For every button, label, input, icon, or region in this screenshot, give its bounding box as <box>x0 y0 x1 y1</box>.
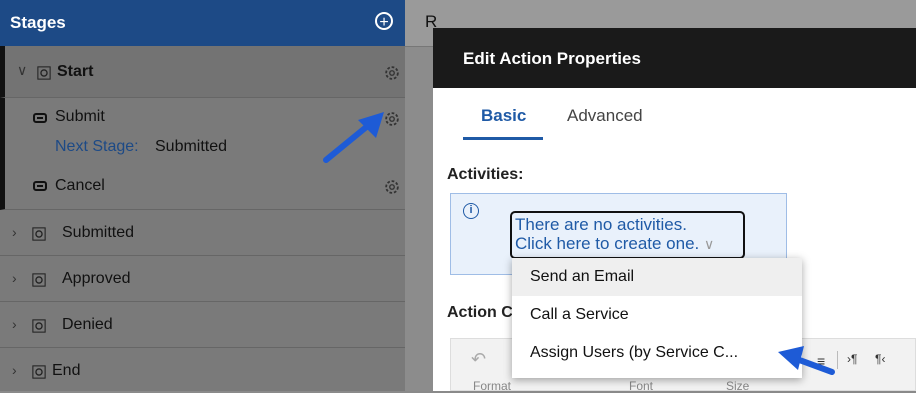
chevron-right-icon[interactable]: › <box>12 270 17 286</box>
edit-action-dialog: Edit Action Properties Basic Advanced Ac… <box>433 28 916 393</box>
next-stage-label: Next Stage: <box>55 138 139 155</box>
add-stage-icon[interactable]: + <box>375 12 393 31</box>
chevron-right-icon[interactable]: › <box>12 224 17 240</box>
action-section-label: Action C <box>447 304 513 321</box>
stage-label: Denied <box>62 316 113 333</box>
stage-row-denied[interactable]: › Denied <box>0 302 405 348</box>
activity-dropdown: Send an Email Call a Service Assign User… <box>512 258 802 378</box>
dialog-title: Edit Action Properties <box>463 49 641 68</box>
stage-label: Approved <box>62 270 131 287</box>
dropdown-item[interactable]: Call a Service <box>512 296 802 334</box>
action-label: Submit <box>55 108 105 125</box>
gear-icon <box>37 66 51 80</box>
tab-advanced[interactable]: Advanced <box>567 106 643 126</box>
info-text-line1: There are no activities. <box>515 215 687 234</box>
undo-icon[interactable]: ↶ <box>471 349 486 370</box>
stage-label: Start <box>57 63 94 80</box>
stage-row-approved[interactable]: › Approved <box>0 256 405 302</box>
active-tab-indicator <box>463 137 543 140</box>
ltr-icon[interactable]: ›¶ <box>847 352 857 366</box>
stages-title: Stages <box>10 13 66 32</box>
create-activity-link[interactable]: There are no activities. Click here to c… <box>510 211 745 259</box>
chevron-down-icon[interactable]: ∨ <box>17 62 27 79</box>
gear-icon <box>32 273 46 287</box>
stage-label: Submitted <box>62 224 135 241</box>
gear-icon <box>32 227 46 241</box>
gear-icon <box>32 319 46 333</box>
chevron-right-icon[interactable]: › <box>12 316 17 332</box>
action-row-cancel[interactable]: Cancel <box>0 162 405 210</box>
chevron-right-icon[interactable]: › <box>12 362 17 378</box>
activities-label: Activities: <box>447 166 524 183</box>
stages-panel: Stages + ∨ Start Submit Next Stage: Subm… <box>0 0 405 391</box>
stage-row-end[interactable]: › End <box>0 348 405 391</box>
action-label: Cancel <box>55 177 105 194</box>
stage-row-start[interactable]: ∨ Start <box>0 46 405 98</box>
rtl-icon[interactable]: ¶‹ <box>875 352 885 366</box>
annotation-arrow-icon <box>323 112 384 163</box>
gear-icon <box>32 365 46 379</box>
stage-row-submitted[interactable]: › Submitted <box>0 210 405 256</box>
button-icon <box>33 181 47 191</box>
gear-icon[interactable] <box>383 64 401 82</box>
chevron-down-icon: ∨ <box>704 236 715 252</box>
toolbar-divider <box>837 351 838 369</box>
gear-icon[interactable] <box>383 178 401 196</box>
stage-label: End <box>52 362 81 379</box>
button-icon <box>33 113 47 123</box>
info-icon: i <box>463 203 479 219</box>
next-stage-value: Submitted <box>155 138 228 155</box>
tab-basic[interactable]: Basic <box>481 106 526 126</box>
dropdown-item[interactable]: Send an Email <box>512 258 802 296</box>
dropdown-item[interactable]: Assign Users (by Service C... <box>512 334 802 372</box>
stages-header: Stages + <box>0 0 405 46</box>
annotation-arrow-icon <box>778 346 835 375</box>
info-text-line2: Click here to create one. <box>515 234 700 253</box>
dialog-header: Edit Action Properties <box>433 28 916 88</box>
